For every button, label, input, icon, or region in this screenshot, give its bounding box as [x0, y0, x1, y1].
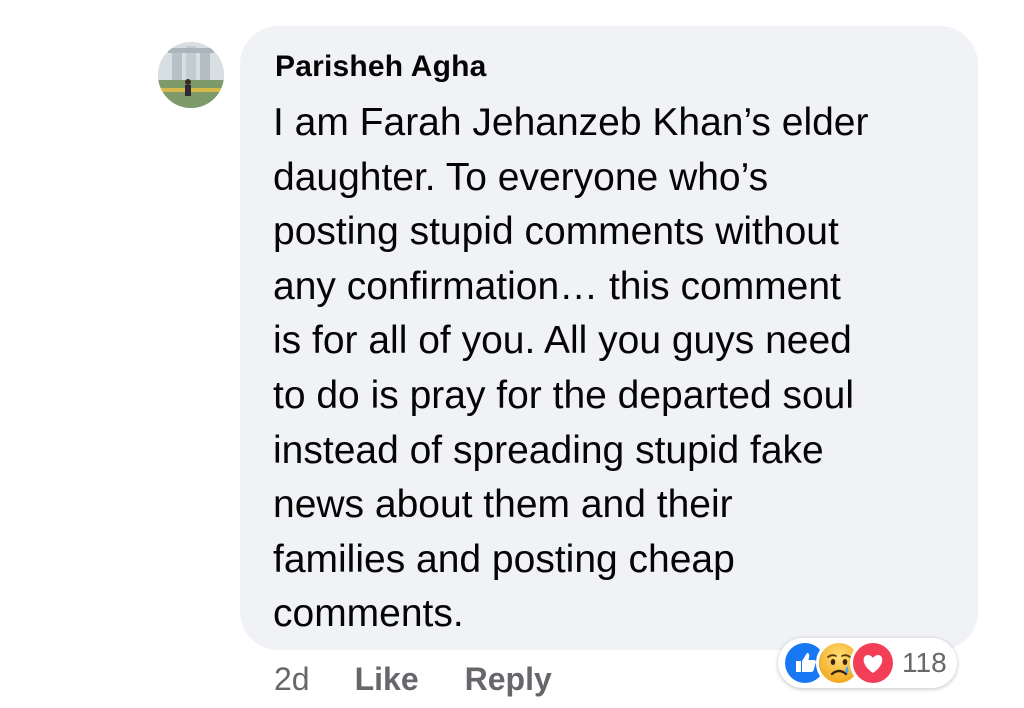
comment-text-line: to do is pray for the departed soul: [273, 373, 855, 417]
like-button[interactable]: Like: [355, 661, 419, 698]
reply-button[interactable]: Reply: [465, 661, 552, 698]
comment-timestamp[interactable]: 2d: [274, 661, 310, 698]
comment-text-line: instead of spreading stupid fake: [273, 428, 824, 472]
love-icon: [850, 640, 896, 686]
comment-actions: 2d Like Reply: [274, 656, 552, 702]
comment-text-line: daughter. To everyone who’s: [273, 155, 769, 199]
comment-text-line: any confirmation… this comment: [273, 264, 841, 308]
comment-author-name[interactable]: Parisheh Agha: [275, 50, 487, 84]
comment-text-line: news about them and their: [273, 483, 733, 527]
author-avatar[interactable]: [158, 42, 224, 108]
comment-text: I am Farah Jehanzeb Khan’s elder daughte…: [273, 96, 963, 642]
comment-text-line: I am Farah Jehanzeb Khan’s elder: [273, 101, 869, 144]
reactions-summary[interactable]: 118: [778, 638, 957, 688]
avatar-photo: [158, 42, 224, 108]
comment-text-line: posting stupid comments without: [273, 210, 839, 254]
comment-text-line: comments.: [273, 592, 464, 636]
comment-text-line: families and posting cheap: [273, 537, 735, 581]
comment-text-line: is for all of you. All you guys need: [273, 319, 852, 363]
reaction-count: 118: [902, 647, 947, 678]
